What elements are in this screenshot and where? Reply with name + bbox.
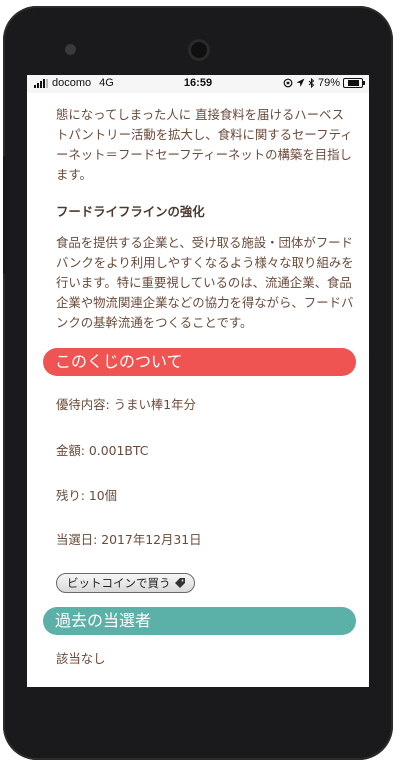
article-paragraph-2: 食品を提供する企業と、受け取る施設・団体がフードバンクをより利用しやすくなるよう…	[56, 235, 354, 330]
front-camera	[65, 44, 76, 55]
past-winners-title: 過去の当選者	[43, 607, 356, 635]
rotation-lock-icon	[283, 78, 293, 88]
page-content: 態になってしまった人に 直接食料を届けるハーベストパントリー活動を拡大し、食料に…	[27, 93, 369, 687]
lottery-draw-date: 当選日: 2017年12月31日	[56, 532, 202, 547]
location-icon	[296, 78, 305, 87]
battery-percent: 79%	[317, 77, 340, 89]
status-right: 79%	[283, 77, 365, 89]
screen: docomo 4G 16:59 79% 態になってしまった人に 直接食料を届ける…	[27, 75, 369, 687]
buy-button-label: ビットコインで買う	[67, 576, 171, 590]
lottery-amount: 金額: 0.001BTC	[56, 443, 149, 458]
bluetooth-icon	[308, 78, 315, 88]
phone-frame: docomo 4G 16:59 79% 態になってしまった人に 直接食料を届ける…	[3, 6, 393, 760]
article-paragraph: 態になってしまった人に 直接食料を届けるハーベストパントリー活動を拡大し、食料に…	[56, 107, 353, 182]
no-winners-text: 該当なし	[56, 651, 106, 666]
volume-button	[3, 156, 7, 274]
lottery-remaining: 残り: 10個	[56, 488, 118, 503]
battery-icon	[343, 78, 365, 88]
buy-with-bitcoin-button[interactable]: ビットコインで買う	[56, 573, 195, 593]
section-heading: フードライフラインの強化	[56, 204, 205, 219]
status-bar: docomo 4G 16:59 79%	[27, 75, 369, 93]
lottery-section-title: このくじのついて	[43, 348, 356, 376]
power-button	[385, 104, 389, 158]
tag-icon	[174, 578, 185, 588]
earpiece-speaker	[188, 39, 210, 61]
lottery-benefit: 優待内容: うまい棒1年分	[56, 397, 196, 412]
